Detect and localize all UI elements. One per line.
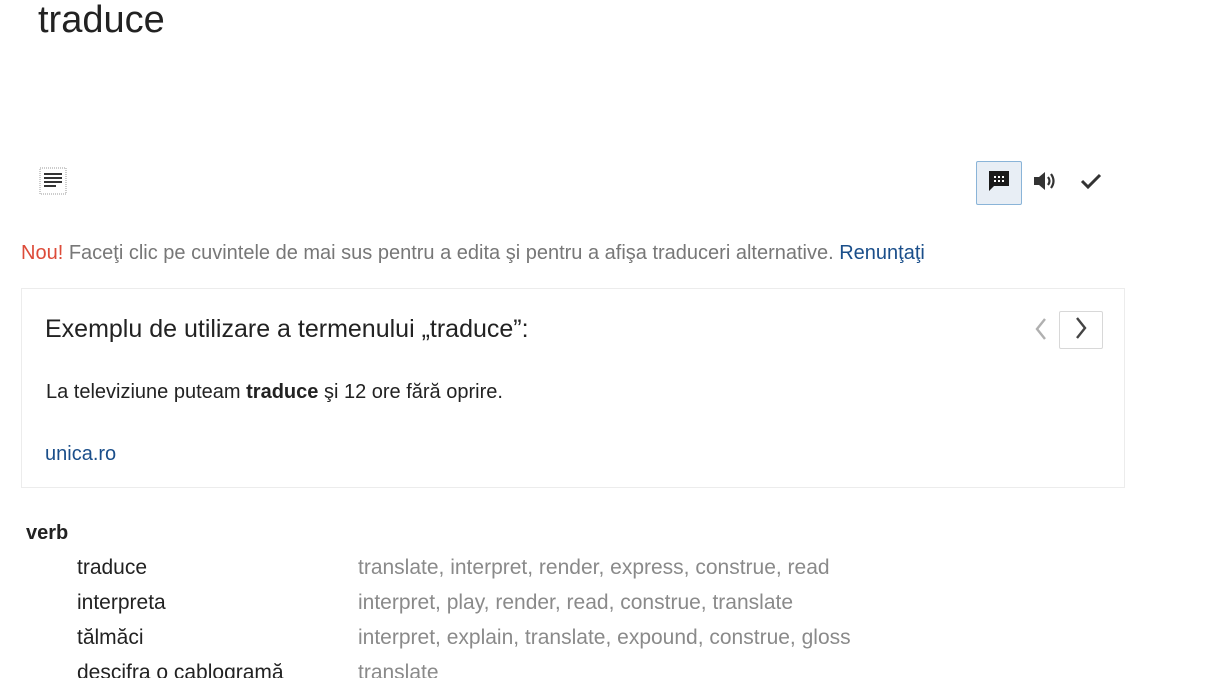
example-sentence: La televiziune puteam traduce şi 12 ore …	[46, 379, 503, 405]
dictionary-row: traduce translate, interpret, render, ex…	[26, 546, 830, 581]
dictionary-row: descifra o cablogramă translate	[26, 651, 439, 678]
edit-notice: Nou! Faceţi clic pe cuvintele de mai sus…	[21, 240, 925, 266]
toolbar-right	[976, 161, 1114, 205]
dictionary-translations: interpret, explain, translate, expound, …	[358, 626, 851, 649]
dictionary-term[interactable]: tălmăci	[77, 625, 144, 651]
dictionary-translations: translate	[358, 661, 439, 678]
example-title: Exemplu de utilizare a termenului „tradu…	[45, 315, 529, 343]
chevron-right-icon	[1073, 315, 1089, 346]
sentence-before: La televiziune puteam	[46, 381, 247, 403]
notice-message: Faceţi clic pe cuvintele de mai sus pent…	[68, 242, 834, 264]
confirm-button[interactable]	[1068, 161, 1114, 205]
dismiss-link[interactable]: Renunţaţi	[839, 242, 925, 264]
chevron-left-icon	[1033, 316, 1049, 347]
previous-example-button[interactable]	[1024, 313, 1058, 349]
feedback-icon	[986, 168, 1012, 199]
dictionary-translations: interpret, play, render, read, construe,…	[358, 591, 794, 614]
sentence-after: şi 12 ore fără oprire.	[318, 381, 503, 403]
part-of-speech: verb	[26, 522, 69, 544]
sentence-highlight: traduce	[246, 381, 319, 403]
translated-word[interactable]: traduce	[38, 0, 165, 42]
dictionary-row: interpreta interpret, play, render, read…	[26, 581, 793, 616]
checkmark-icon	[1078, 168, 1104, 199]
dictionary-section: verb traduce translate, interpret, rende…	[26, 520, 851, 678]
speaker-icon	[1031, 168, 1059, 199]
listen-button[interactable]	[1022, 161, 1068, 205]
translate-result-page: traduce Nou! Faceţi clic pe cuvintele de…	[0, 0, 1206, 678]
dictionary-term[interactable]: traduce	[77, 555, 147, 581]
usage-example-card: Exemplu de utilizare a termenului „tradu…	[21, 288, 1125, 488]
new-label: Nou!	[21, 242, 64, 264]
dictionary-translations: translate, interpret, render, express, c…	[358, 556, 830, 579]
feedback-button[interactable]	[976, 161, 1022, 205]
list-icon[interactable]	[39, 167, 67, 200]
next-example-button[interactable]	[1059, 311, 1103, 349]
dictionary-term[interactable]: descifra o cablogramă	[77, 660, 284, 678]
dictionary-term[interactable]: interpreta	[77, 590, 166, 616]
example-source-link[interactable]: unica.ro	[45, 441, 116, 467]
toolbar-left[interactable]	[38, 167, 68, 200]
dictionary-row: tălmăci interpret, explain, translate, e…	[26, 616, 851, 651]
